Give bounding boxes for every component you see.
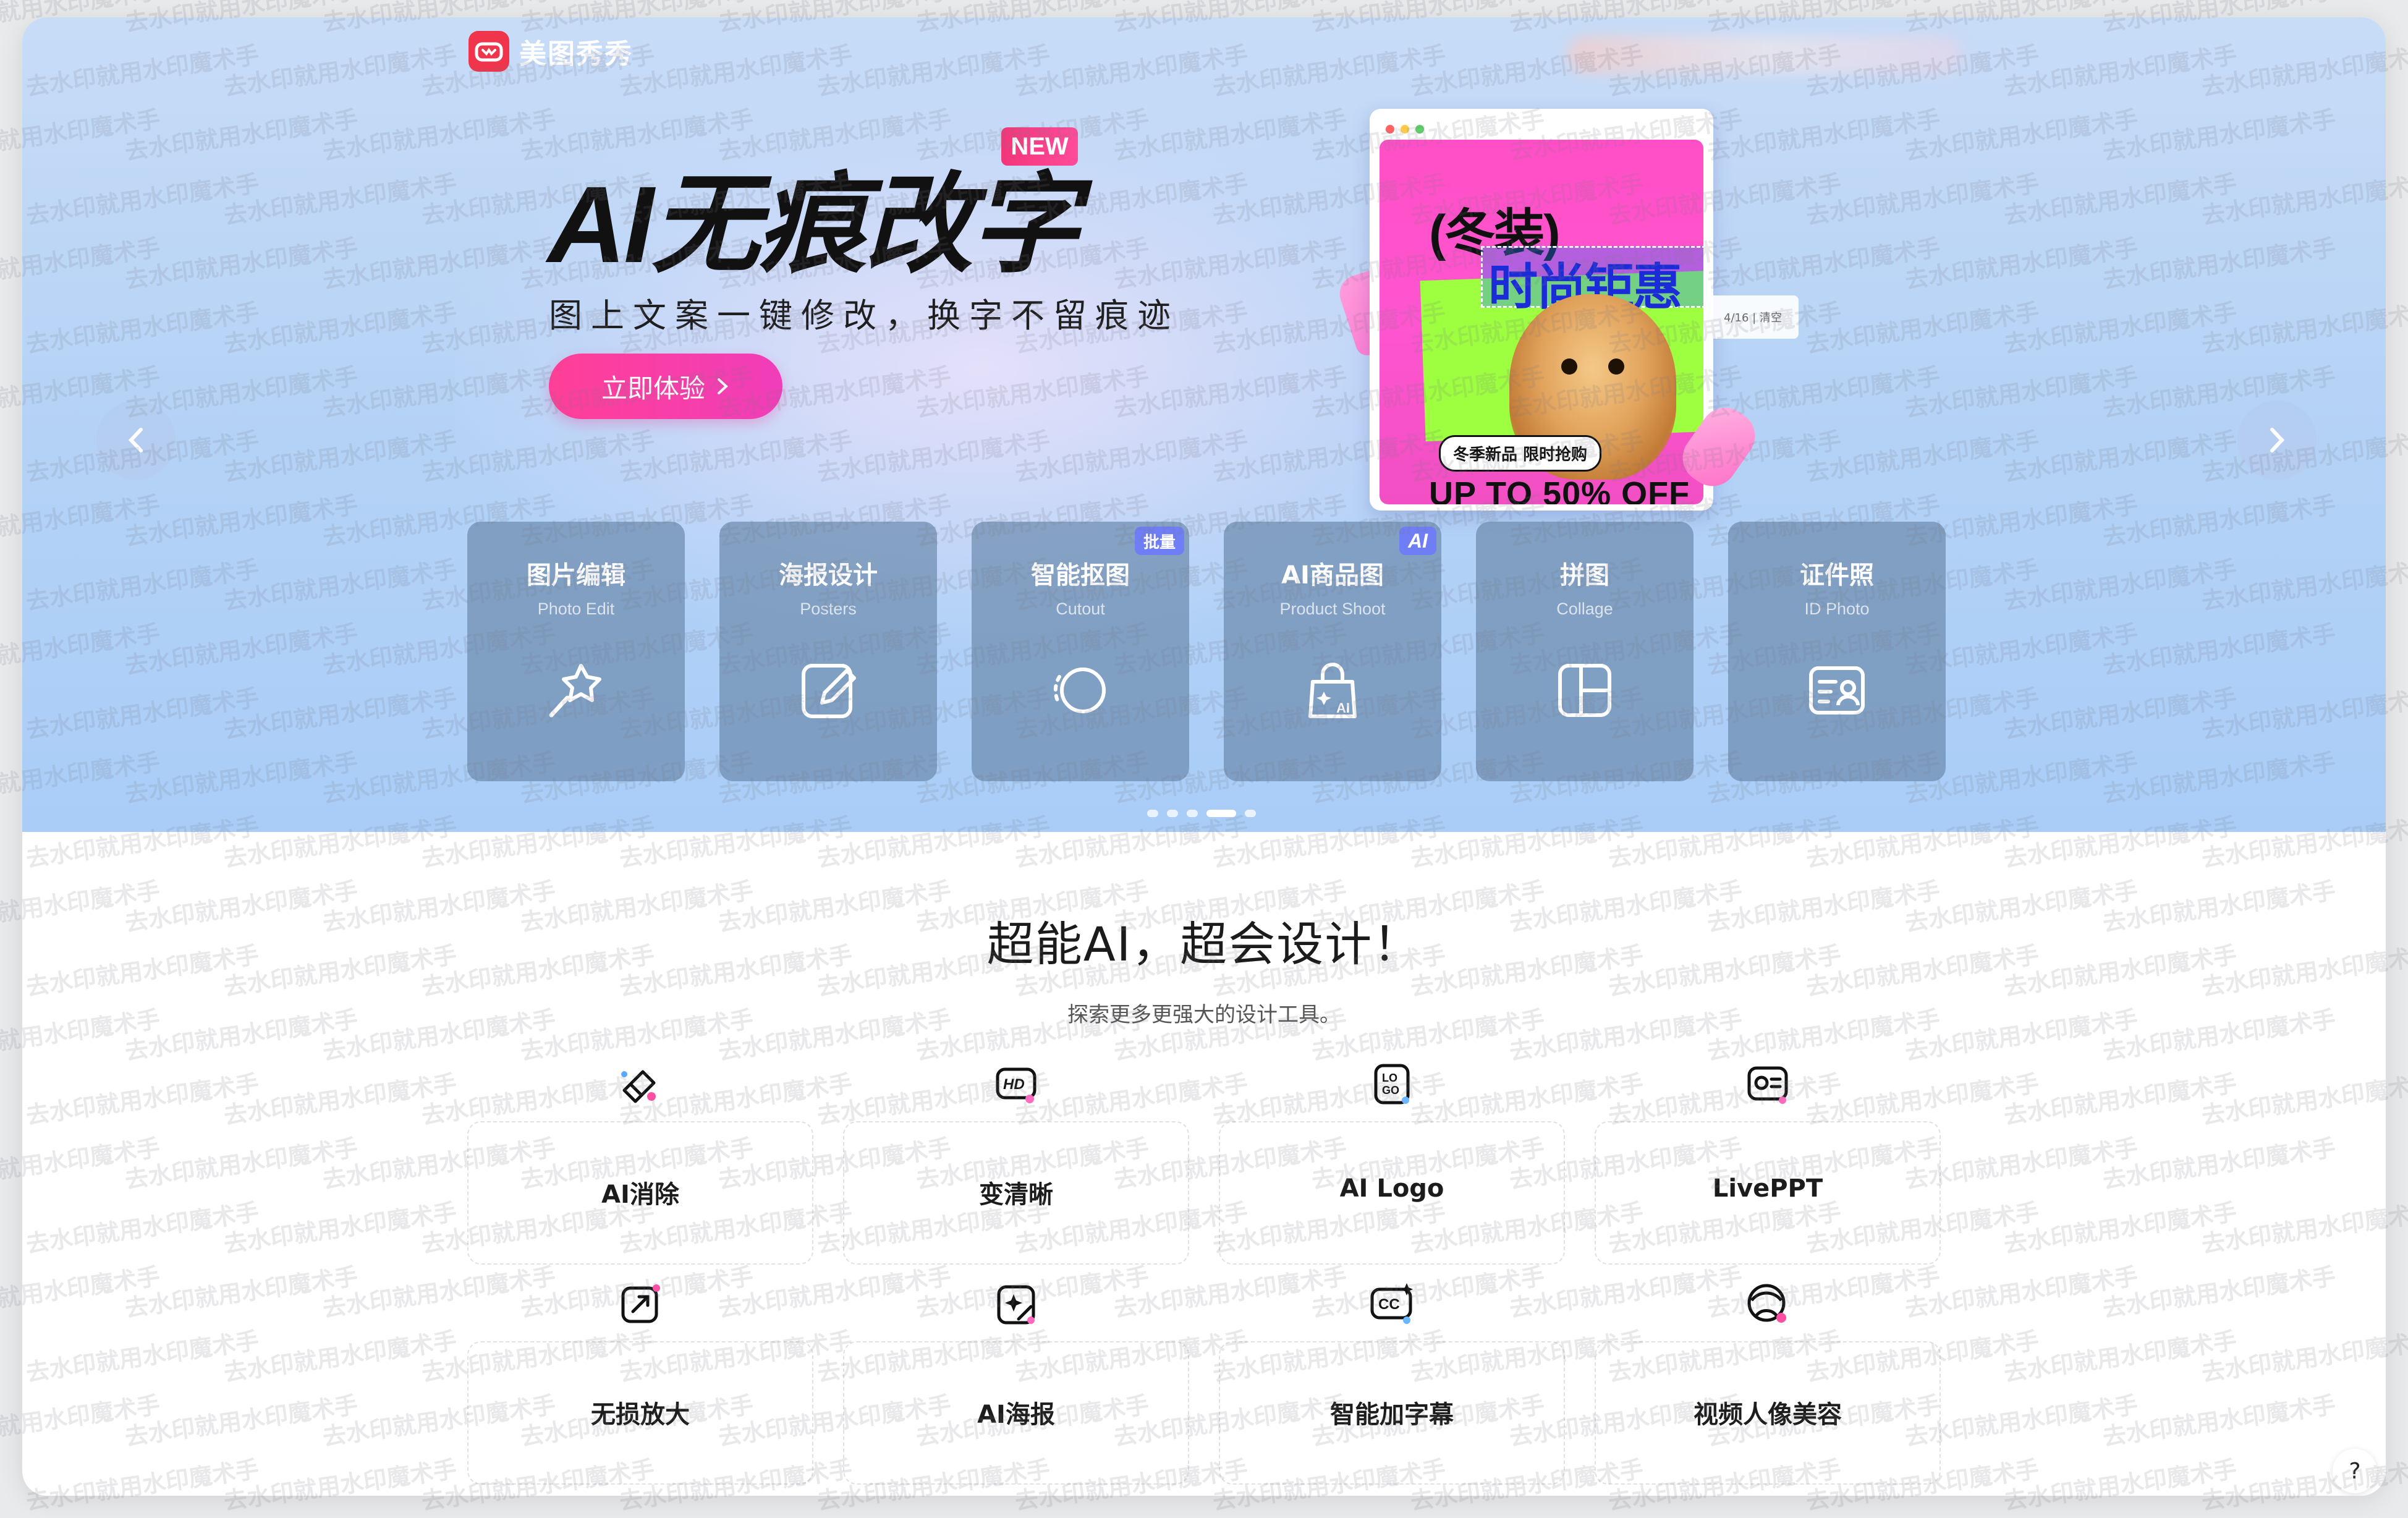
hero-title: AI无痕改字 bbox=[548, 164, 1079, 286]
brand-logo[interactable]: 美图秀秀 bbox=[468, 31, 633, 72]
new-badge: NEW bbox=[1001, 127, 1078, 166]
tool-card-product-shoot[interactable]: AI AI商品图 Product Shoot AI bbox=[1224, 522, 1441, 781]
tool-card-cutout[interactable]: 批量 智能抠图 Cutout bbox=[972, 522, 1189, 781]
poster-offer: UP TO 50% OFF bbox=[1429, 475, 1690, 504]
tool-card-subtitle: Cutout bbox=[1056, 600, 1105, 618]
tool-card-posters[interactable]: 海报设计 Posters bbox=[719, 522, 937, 781]
hero-banner: 美图秀秀 NEW AI无痕改字 图上文案一键修改，换字不留痕迹 立即体验 (冬装… bbox=[22, 17, 2386, 832]
shopping-bag-ai-icon: AI bbox=[1308, 663, 1357, 718]
try-now-label: 立即体验 bbox=[601, 373, 705, 404]
ai-badge: AI bbox=[1399, 527, 1436, 555]
app-window: 美图秀秀 NEW AI无痕改字 图上文案一键修改，换字不留痕迹 立即体验 (冬装… bbox=[22, 17, 2386, 1496]
carousel-next-button[interactable] bbox=[2237, 401, 2317, 480]
feature-label: AI消除 bbox=[601, 1181, 679, 1209]
section-title: 超能AI，超会设计！ bbox=[986, 917, 1422, 972]
chevron-right-icon bbox=[2270, 428, 2285, 452]
svg-text:HD: HD bbox=[1003, 1076, 1025, 1093]
portrait-beauty-icon bbox=[1747, 1284, 1786, 1323]
id-card-icon bbox=[1809, 666, 1865, 714]
batch-badge: 批量 bbox=[1134, 527, 1184, 555]
tool-card-id-photo[interactable]: 证件照 ID Photo bbox=[1728, 522, 1946, 781]
upscale-icon bbox=[621, 1284, 660, 1323]
carousel-prev-button[interactable] bbox=[96, 401, 176, 480]
tool-card-title: 证件照 bbox=[1800, 561, 1874, 590]
tool-cards: 图片编辑 Photo Edit 海报设计 Posters 批量 智能抠图 Cut… bbox=[467, 522, 1946, 781]
window-dots bbox=[1386, 125, 1424, 134]
carousel-dot[interactable] bbox=[1187, 810, 1198, 817]
tool-card-subtitle: ID Photo bbox=[1804, 600, 1870, 618]
try-now-button[interactable]: 立即体验 bbox=[549, 354, 782, 419]
tool-card-title: 图片编辑 bbox=[527, 561, 625, 590]
poster-canvas: (冬装) 时尚钜惠 冬季新品 限时抢购 UP TO 50% OFF bbox=[1380, 140, 1703, 504]
blurred-account-area bbox=[1567, 36, 1963, 74]
svg-text:AI: AI bbox=[1336, 700, 1350, 716]
caption-icon: CC bbox=[1370, 1283, 1413, 1324]
tool-card-subtitle: Product Shoot bbox=[1279, 600, 1386, 618]
feature-label: LivePPT bbox=[1712, 1174, 1823, 1203]
carousel-pager bbox=[1147, 810, 1256, 817]
hero-poster-illustration: (冬装) 时尚钜惠 冬季新品 限时抢购 UP TO 50% OFF 4/16 |… bbox=[1334, 98, 1802, 518]
svg-text:LO: LO bbox=[1382, 1072, 1397, 1084]
feature-label: 视频人像美容 bbox=[1694, 1401, 1842, 1429]
feature-label: 无损放大 bbox=[591, 1401, 690, 1429]
collage-layout-icon bbox=[1558, 664, 1611, 717]
tool-card-collage[interactable]: 拼图 Collage bbox=[1476, 522, 1694, 781]
tool-card-title: 海报设计 bbox=[779, 561, 878, 590]
edit-note-icon bbox=[802, 664, 856, 718]
feature-label: 智能加字幕 bbox=[1330, 1401, 1454, 1429]
tool-card-title: 智能抠图 bbox=[1031, 561, 1130, 590]
tool-card-title: AI商品图 bbox=[1281, 561, 1384, 590]
help-button[interactable]: ? bbox=[2333, 1449, 2377, 1493]
svg-text:CC: CC bbox=[1378, 1296, 1400, 1313]
ai-poster-icon bbox=[997, 1285, 1035, 1325]
brand-name: 美图秀秀 bbox=[519, 38, 633, 70]
tool-card-subtitle: Photo Edit bbox=[537, 600, 615, 618]
carousel-dot[interactable] bbox=[1245, 810, 1256, 817]
lasso-icon bbox=[1053, 668, 1106, 713]
tool-card-photo-edit[interactable]: 图片编辑 Photo Edit bbox=[467, 522, 685, 781]
feature-label: AI海报 bbox=[977, 1401, 1055, 1429]
feature-label: 变清晰 bbox=[979, 1181, 1053, 1209]
magic-wand-icon bbox=[549, 664, 601, 718]
carousel-dot[interactable] bbox=[1147, 810, 1158, 817]
tool-card-subtitle: Collage bbox=[1556, 600, 1613, 618]
presentation-icon bbox=[1747, 1066, 1788, 1104]
tool-card-title: 拼图 bbox=[1560, 561, 1609, 590]
meitu-logo-icon bbox=[468, 31, 509, 72]
feature-label: AI Logo bbox=[1339, 1174, 1444, 1203]
chevron-right-icon bbox=[718, 378, 728, 394]
hd-icon: HD bbox=[996, 1067, 1037, 1103]
eraser-icon bbox=[621, 1070, 656, 1103]
carousel-dot[interactable] bbox=[1167, 810, 1178, 817]
poster-tag: 冬季新品 限时抢购 bbox=[1439, 435, 1602, 472]
hero-subtitle: 图上文案一键修改，换字不留痕迹 bbox=[549, 296, 1179, 335]
tool-card-subtitle: Posters bbox=[800, 600, 857, 618]
section-subtitle: 探索更多更强大的设计工具。 bbox=[1067, 1003, 1341, 1027]
chevron-left-icon bbox=[128, 428, 143, 452]
carousel-dot-active[interactable] bbox=[1206, 810, 1236, 817]
logo-icon: LO GO bbox=[1374, 1064, 1410, 1105]
poster-side-counter: 4/16 | 清空 bbox=[1707, 295, 1799, 339]
svg-text:GO: GO bbox=[1382, 1084, 1399, 1096]
